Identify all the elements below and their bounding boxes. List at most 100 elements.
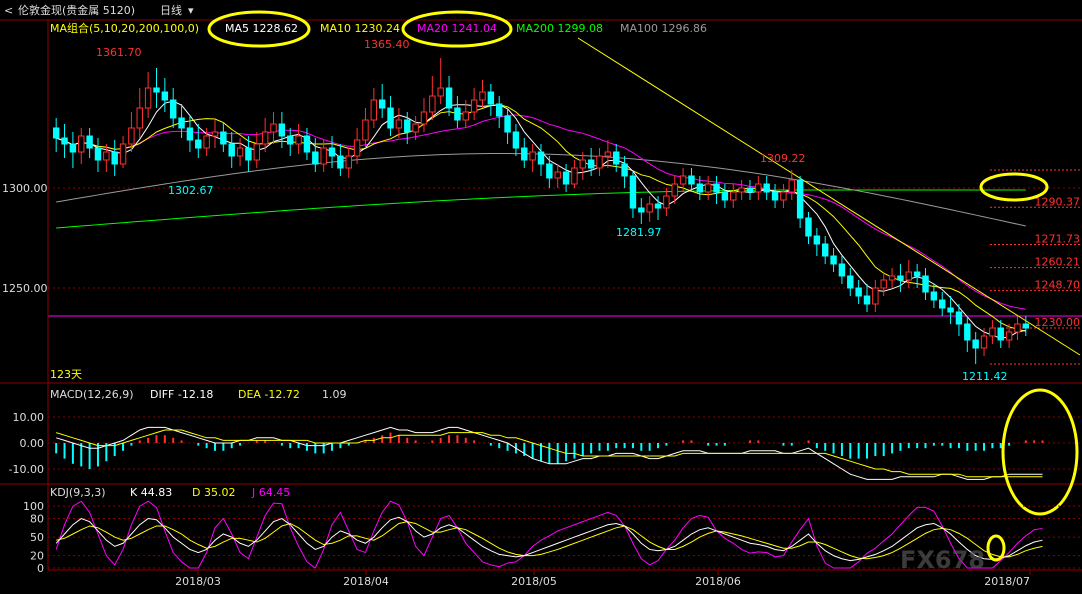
candle[interactable] bbox=[888, 268, 896, 288]
candle[interactable] bbox=[521, 138, 528, 168]
candle[interactable] bbox=[621, 156, 628, 188]
candle[interactable] bbox=[278, 112, 286, 148]
candle[interactable] bbox=[704, 176, 712, 200]
ma-group-label[interactable]: MA组合(5,10,20,200,100,0) bbox=[50, 21, 199, 35]
candle[interactable] bbox=[730, 184, 737, 208]
candle[interactable] bbox=[69, 132, 77, 168]
candle[interactable] bbox=[161, 78, 169, 112]
candle[interactable] bbox=[119, 136, 127, 168]
candle[interactable] bbox=[579, 152, 587, 180]
candle[interactable] bbox=[378, 84, 386, 118]
candle[interactable] bbox=[437, 58, 444, 104]
back-arrow-icon[interactable]: < bbox=[4, 4, 13, 17]
candle[interactable] bbox=[61, 124, 68, 158]
candle[interactable] bbox=[930, 284, 938, 308]
candle[interactable] bbox=[462, 100, 469, 128]
candle[interactable] bbox=[596, 148, 603, 176]
candle[interactable] bbox=[838, 256, 846, 284]
candle[interactable] bbox=[629, 172, 637, 218]
candle[interactable] bbox=[755, 176, 762, 200]
candle[interactable] bbox=[78, 128, 85, 164]
candle[interactable] bbox=[989, 320, 996, 344]
kdj-label[interactable]: KDJ(9,3,3) bbox=[50, 486, 106, 499]
candle[interactable] bbox=[964, 316, 971, 352]
candle[interactable] bbox=[362, 108, 369, 148]
candle[interactable] bbox=[805, 212, 812, 244]
candle[interactable] bbox=[638, 198, 645, 224]
candle[interactable] bbox=[111, 140, 118, 176]
candle[interactable] bbox=[872, 280, 879, 312]
price-panel[interactable]: 1300.00 1250.00 1290.37 1271.73 1260.21 1248.… bbox=[2, 37, 1082, 383]
candle[interactable] bbox=[236, 138, 244, 166]
candle[interactable] bbox=[429, 76, 436, 120]
candle[interactable] bbox=[512, 124, 520, 156]
candle[interactable] bbox=[587, 148, 595, 176]
candle[interactable] bbox=[320, 140, 327, 172]
candle[interactable] bbox=[504, 108, 511, 144]
candle[interactable] bbox=[830, 248, 837, 272]
candle[interactable] bbox=[613, 144, 620, 172]
candle[interactable] bbox=[86, 128, 93, 158]
candle[interactable] bbox=[780, 184, 787, 208]
candle[interactable] bbox=[287, 128, 294, 156]
period-selector[interactable]: 日线 bbox=[160, 3, 182, 17]
candle[interactable] bbox=[94, 138, 102, 172]
candle[interactable] bbox=[796, 176, 804, 228]
candle[interactable] bbox=[571, 160, 578, 188]
candle[interactable] bbox=[813, 228, 821, 256]
candle[interactable] bbox=[353, 128, 361, 164]
candle[interactable] bbox=[220, 122, 227, 152]
candle[interactable] bbox=[144, 72, 152, 118]
candle[interactable] bbox=[821, 236, 829, 264]
candle[interactable] bbox=[270, 112, 277, 144]
candle[interactable] bbox=[420, 98, 428, 132]
candle[interactable] bbox=[312, 138, 319, 172]
candle[interactable] bbox=[479, 80, 486, 108]
candle[interactable] bbox=[922, 268, 929, 300]
candle[interactable] bbox=[52, 118, 60, 152]
candle[interactable] bbox=[546, 156, 553, 188]
candle[interactable] bbox=[495, 96, 503, 128]
candle[interactable] bbox=[554, 164, 561, 188]
candle[interactable] bbox=[855, 280, 862, 304]
chart-canvas[interactable]: < 伦敦金现(贵金属 5120) 日线 ▾ MA组合(5,10,20,200,1… bbox=[0, 0, 1082, 594]
candle[interactable] bbox=[169, 88, 177, 128]
candle[interactable] bbox=[738, 180, 745, 200]
candle[interactable] bbox=[746, 180, 754, 200]
candle[interactable] bbox=[228, 132, 235, 168]
candle[interactable] bbox=[253, 132, 261, 168]
candle[interactable] bbox=[939, 292, 946, 316]
candle[interactable] bbox=[370, 88, 378, 128]
price-level-label: 1248.70 bbox=[1035, 279, 1081, 292]
ma200-label: MA200 1299.08 bbox=[516, 22, 603, 35]
candle[interactable] bbox=[387, 96, 394, 136]
candle[interactable] bbox=[604, 140, 612, 168]
candle[interactable] bbox=[345, 148, 352, 178]
candle[interactable] bbox=[395, 108, 403, 138]
candle[interactable] bbox=[454, 96, 461, 128]
candle[interactable] bbox=[470, 88, 478, 120]
candle[interactable] bbox=[153, 68, 160, 108]
candle[interactable] bbox=[1014, 316, 1021, 340]
candle[interactable] bbox=[880, 272, 887, 296]
candle[interactable] bbox=[713, 176, 720, 204]
candle[interactable] bbox=[763, 176, 770, 200]
candle[interactable] bbox=[195, 124, 202, 158]
candle[interactable] bbox=[487, 84, 495, 116]
candle[interactable] bbox=[178, 104, 185, 138]
candle[interactable] bbox=[103, 144, 110, 172]
candle[interactable] bbox=[136, 88, 143, 138]
candle[interactable] bbox=[529, 144, 536, 172]
candle[interactable] bbox=[721, 184, 729, 208]
candle[interactable] bbox=[328, 136, 336, 168]
candle[interactable] bbox=[211, 120, 219, 148]
candle[interactable] bbox=[972, 332, 979, 364]
candle[interactable] bbox=[847, 268, 854, 296]
candle[interactable] bbox=[905, 260, 913, 288]
candle[interactable] bbox=[445, 76, 453, 116]
candle[interactable] bbox=[295, 124, 302, 154]
macd-label[interactable]: MACD(12,26,9) bbox=[50, 388, 134, 401]
period-dropdown-icon[interactable]: ▾ bbox=[188, 4, 194, 17]
candle[interactable] bbox=[337, 144, 344, 176]
candle[interactable] bbox=[646, 196, 653, 222]
